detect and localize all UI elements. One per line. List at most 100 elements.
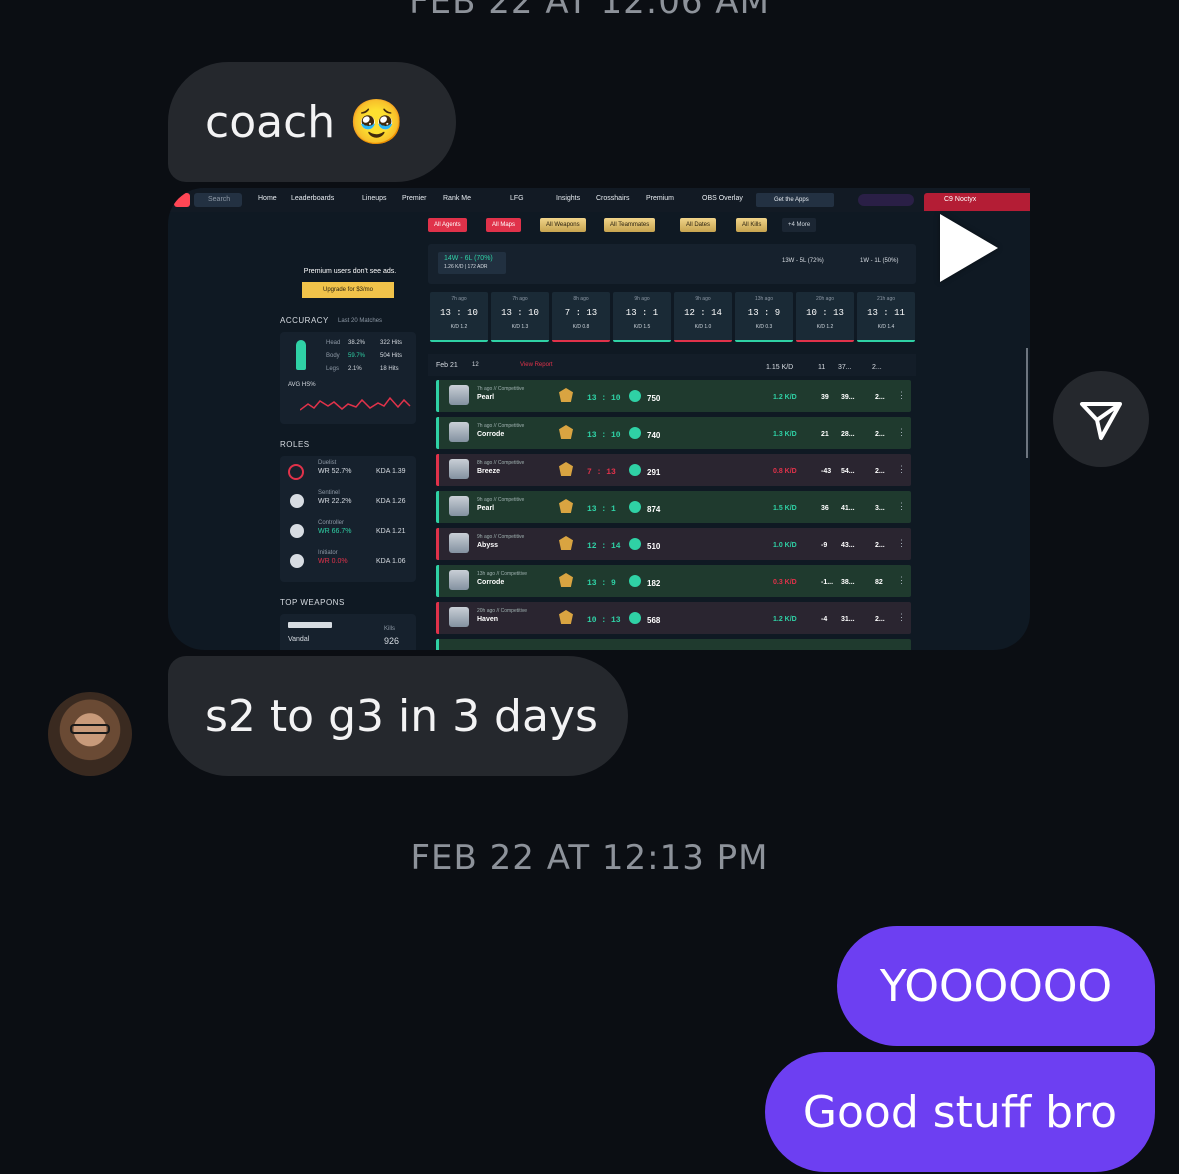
game-ago: 8h ago (573, 296, 589, 302)
role-kda: KDA 1.39 (376, 468, 406, 475)
acc-pct: 59.7% (348, 353, 366, 359)
game-ago: 7h ago (451, 296, 467, 302)
summary-bar: 14W - 6L (70%) 1.26 K/D | 172 ADR 13W - … (428, 244, 916, 284)
match-trs: 291 (647, 468, 661, 477)
match-kd: 0.3 K/D (773, 579, 797, 586)
message-text: Good stuff bro (802, 1086, 1118, 1138)
match-dda: 39 (821, 394, 829, 401)
send-button[interactable] (1053, 371, 1149, 467)
match-acs: 2... (875, 431, 885, 438)
trs-icon (629, 390, 641, 402)
site-logo-icon (174, 193, 190, 207)
agent-portrait-icon (449, 422, 469, 442)
match-hs: 54... (841, 468, 855, 475)
game-kd: K/D 0.3 (755, 324, 773, 330)
match-map: Corrode (477, 431, 505, 438)
video-scrollbar (1026, 348, 1028, 458)
role-wr: WR 66.7% (318, 528, 352, 535)
avatar[interactable] (48, 692, 132, 776)
game-card: 20h ago 10 : 13 K/D 1.2 (796, 292, 854, 342)
filter-weapons: All Weapons (540, 218, 586, 232)
game-score: 13 : 1 (625, 308, 659, 318)
match-dda: 21 (821, 431, 829, 438)
game-score: 13 : 10 (440, 308, 478, 318)
game-card: 13h ago 13 : 9 K/D 0.3 (735, 292, 793, 342)
message-good-stuff[interactable]: Good stuff bro (765, 1052, 1155, 1172)
game-card: 8h ago 7 : 13 K/D 0.8 (552, 292, 610, 342)
more-options-icon: ⋮ (897, 427, 906, 437)
game-score: 7 : 13 (564, 308, 598, 318)
match-row-partial (436, 639, 911, 650)
weapon-name: Vandal (288, 636, 310, 643)
match-kd: 1.2 K/D (773, 394, 797, 401)
play-icon[interactable] (940, 214, 998, 282)
acc-part: Head (326, 340, 341, 346)
game-ago: 13h ago (754, 296, 774, 302)
filter-more: +4 More (782, 218, 817, 232)
match-row: 7h ago // Competitive Pearl 13 : 10 750 … (436, 380, 911, 412)
trs-icon (629, 612, 641, 624)
accuracy-title: ACCURACY (280, 316, 329, 325)
match-dda: -1... (821, 579, 834, 586)
match-score: 13 : 9 (587, 579, 616, 588)
video-thumbnail: Search Home Leaderboards Lineups Premier… (168, 188, 1030, 650)
rank-icon (559, 573, 573, 587)
rank-icon (559, 610, 573, 624)
roles-title: ROLES (280, 440, 310, 449)
game-card: 7h ago 13 : 10 K/D 1.2 (430, 292, 488, 342)
controller-icon (290, 524, 304, 538)
trs-icon (629, 501, 641, 513)
match-acs: 2... (875, 468, 885, 475)
avg-hs-label: AVG HS% (288, 382, 316, 388)
top-weapons-title: TOP WEAPONS (280, 598, 345, 607)
message-text: s2 to g3 in 3 days (205, 690, 598, 742)
nav-crosshairs: Crosshairs (596, 195, 630, 202)
game-ago: 9h ago (634, 296, 650, 302)
match-score: 13 : 10 (587, 394, 621, 403)
match-row: 20h ago // Competitive Haven 10 : 13 568… (436, 602, 911, 634)
acc-part: Body (326, 353, 340, 359)
game-score: 13 : 11 (867, 308, 905, 318)
match-list-header: Feb 21 12 View Report 1.15 K/D 11 37... … (428, 354, 916, 376)
trs-icon (629, 427, 641, 439)
more-options-icon: ⋮ (897, 464, 906, 474)
match-acs: 82 (875, 579, 883, 586)
match-map: Corrode (477, 579, 505, 586)
rank-icon (559, 536, 573, 550)
game-card: 7h ago 13 : 10 K/D 1.3 (491, 292, 549, 342)
match-acs: 2... (875, 542, 885, 549)
site-search: Search (194, 193, 242, 207)
more-options-icon: ⋮ (897, 538, 906, 548)
coins-pill (858, 194, 914, 206)
message-coach[interactable]: coach 🥹 (168, 62, 456, 182)
video-attachment[interactable]: Search Home Leaderboards Lineups Premier… (168, 188, 1030, 650)
roles-card: Duelist WR 52.7% KDA 1.39 Sentinel WR 22… (280, 456, 416, 582)
match-meta: 13h ago // Competitive (477, 571, 528, 577)
match-meta: 8h ago // Competitive (477, 460, 525, 466)
game-ago: 9h ago (695, 296, 711, 302)
more-options-icon: ⋮ (897, 390, 906, 400)
nav-lineups: Lineups (362, 195, 387, 202)
more-options-icon: ⋮ (897, 501, 906, 511)
list-date: Feb 21 (436, 362, 458, 369)
rank-icon (559, 388, 573, 402)
message-s2-to-g3[interactable]: s2 to g3 in 3 days (168, 656, 628, 776)
match-score: 12 : 14 (587, 542, 621, 551)
game-ago: 21h ago (876, 296, 896, 302)
agent-portrait-icon (449, 607, 469, 627)
recent-games: 7h ago 13 : 10 K/D 1.2 7h ago 13 : 10 K/D 1.… (428, 292, 916, 342)
match-dda: -43 (821, 468, 832, 475)
game-card: 21h ago 13 : 11 K/D 1.4 (857, 292, 915, 342)
message-yoooooo[interactable]: YOOOOOO (837, 926, 1155, 1046)
acc-hits: 18 Hits (380, 366, 399, 372)
nav-rankme: Rank Me (443, 195, 472, 202)
game-kd: K/D 1.3 (511, 324, 529, 330)
role-wr: WR 52.7% (318, 468, 352, 475)
hs-trend-sparkline (300, 396, 411, 411)
acc-part: Legs (326, 366, 340, 372)
match-trs: 568 (647, 616, 661, 625)
match-kd: 1.0 K/D (773, 542, 797, 549)
nav-home: Home (258, 195, 277, 202)
game-kd: K/D 1.4 (877, 324, 895, 330)
filter-dates: All Dates (680, 218, 717, 232)
